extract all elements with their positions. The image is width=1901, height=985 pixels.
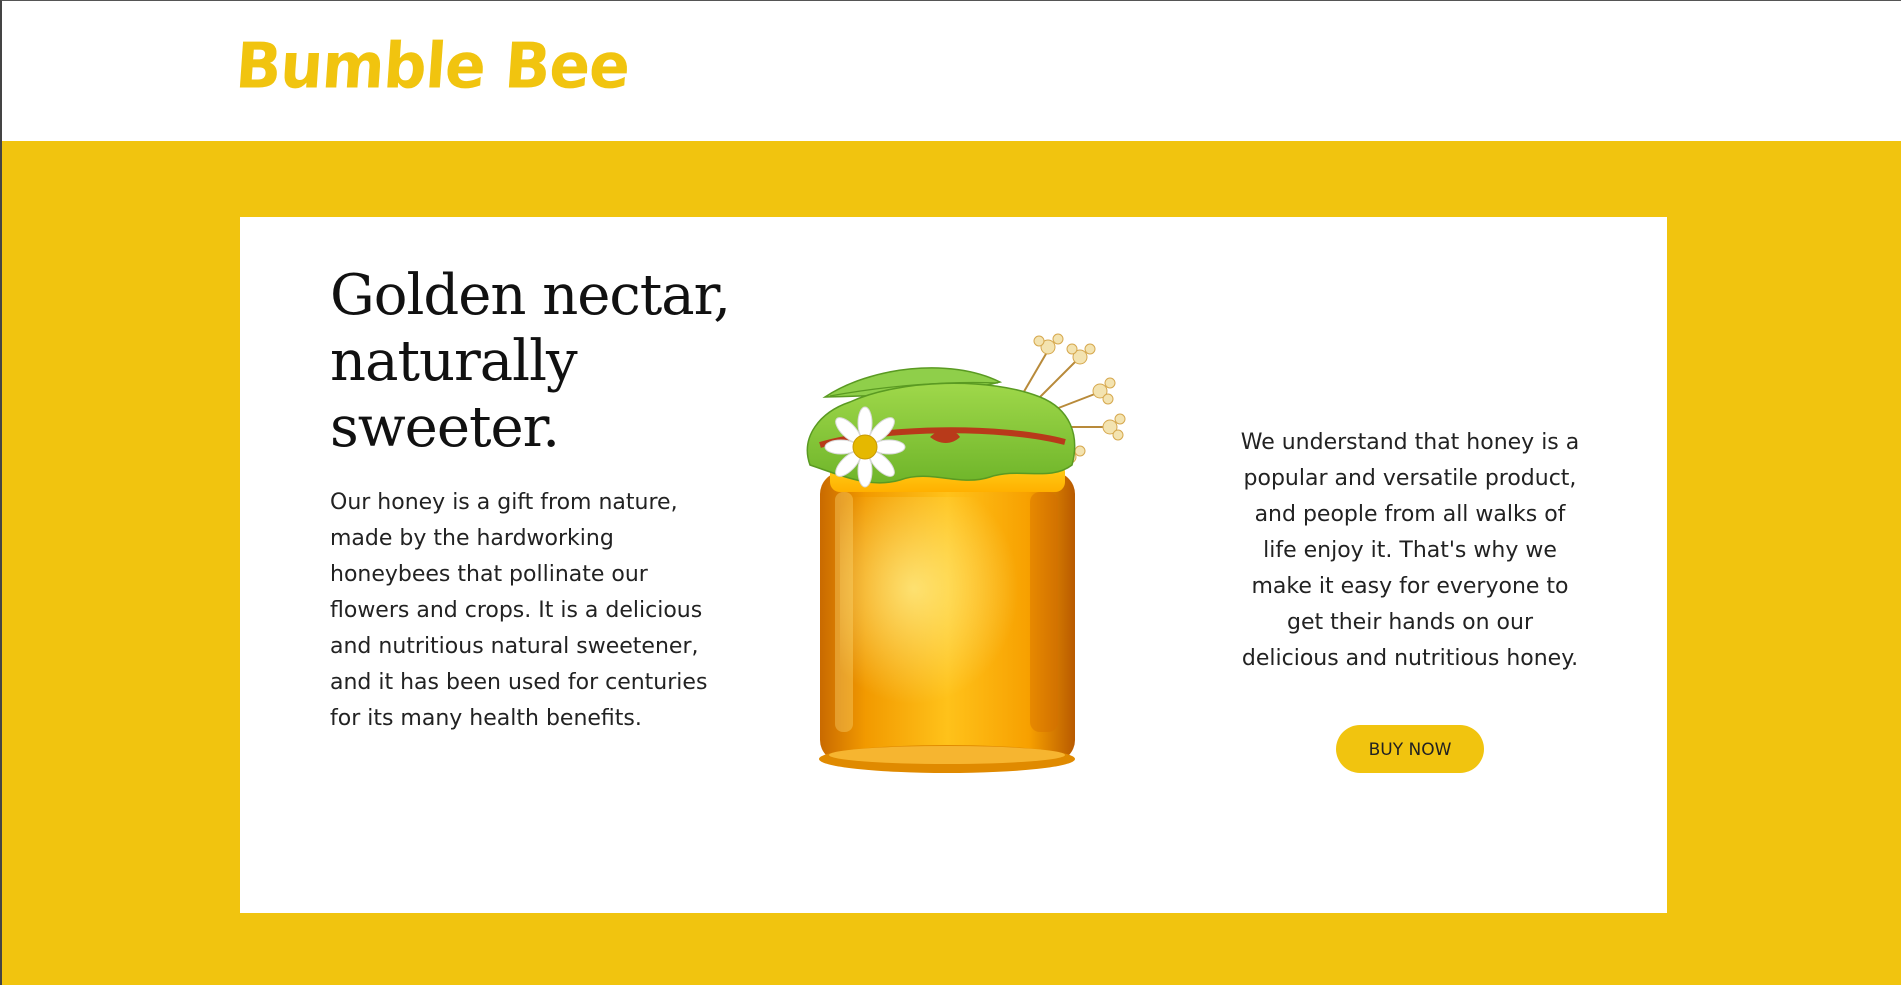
hero-headline: Golden nectar, naturally sweeter. (330, 263, 731, 460)
honey-jar-illustration (806, 333, 1126, 773)
honey-jar-image (780, 317, 1160, 797)
hero-secondary-text: We understand that honey is a popular an… (1240, 430, 1580, 671)
hero-card: Golden nectar, naturally sweeter. Our ho… (240, 217, 1667, 913)
hero-section: Golden nectar, naturally sweeter. Our ho… (2, 141, 1901, 985)
page-frame: Bumble Bee Golden nectar, naturally swee… (0, 0, 1901, 985)
hero-right-column: We understand that honey is a popular an… (1240, 425, 1580, 773)
brand-logo[interactable]: Bumble Bee (233, 30, 631, 104)
hero-intro-text: Our honey is a gift from nature, made by… (330, 490, 708, 731)
site-header: Bumble Bee (2, 1, 1901, 141)
buy-now-button[interactable]: BUY NOW (1336, 725, 1484, 773)
